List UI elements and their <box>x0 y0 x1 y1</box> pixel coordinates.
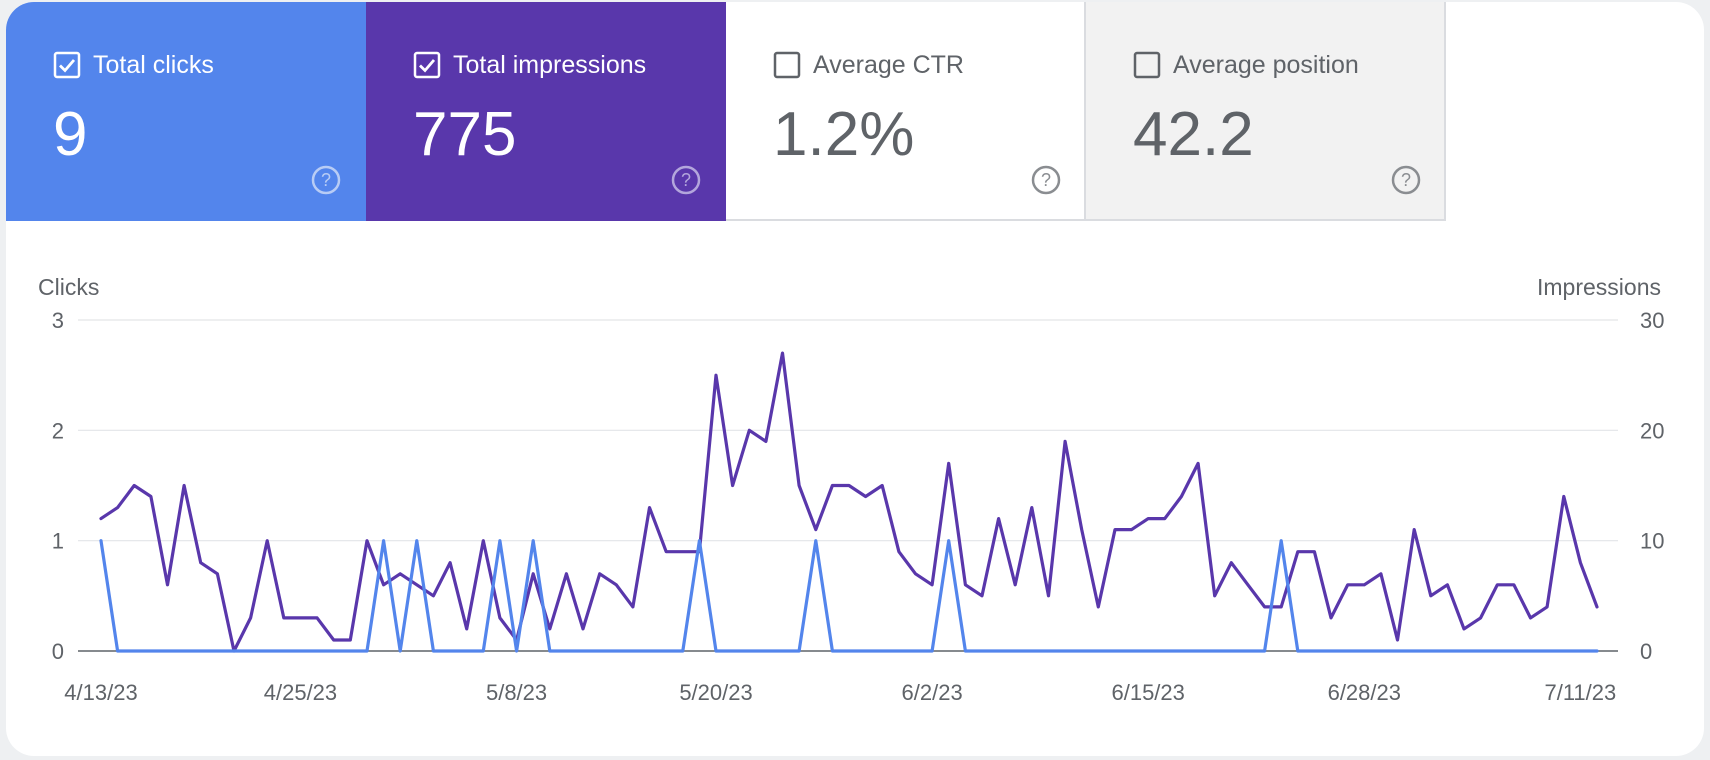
series-line-clicks <box>99 539 1599 653</box>
x-tick-label: 6/15/23 <box>1111 680 1184 705</box>
x-tick-label: 6/28/23 <box>1328 680 1401 705</box>
left-y-tick-label: 3 <box>52 308 64 333</box>
x-tick-label: 4/25/23 <box>264 680 337 705</box>
right-y-tick-label: 20 <box>1640 418 1664 443</box>
right-y-tick-label: 0 <box>1640 639 1652 664</box>
x-tick-label: 7/11/23 <box>1544 680 1616 705</box>
left-y-tick-label: 2 <box>52 418 64 443</box>
x-tick-label: 5/20/23 <box>679 680 752 705</box>
performance-chart[interactable]: 012301020304/13/23 4/25/23 5/8/23 5/20/23 6/… <box>6 2 1704 756</box>
performance-card: Total clicks 9 ? Total impressions 775 ? <box>6 2 1704 756</box>
series-line-impressions <box>99 351 1599 653</box>
x-tick-label: 5/8/23 <box>486 680 547 705</box>
x-tick-label: 6/2/23 <box>902 680 963 705</box>
right-y-tick-label: 10 <box>1640 529 1664 554</box>
right-y-tick-label: 30 <box>1640 308 1664 333</box>
x-tick-label: 4/13/23 <box>64 680 137 705</box>
left-y-tick-label: 0 <box>52 639 64 664</box>
left-y-tick-label: 1 <box>52 529 64 554</box>
